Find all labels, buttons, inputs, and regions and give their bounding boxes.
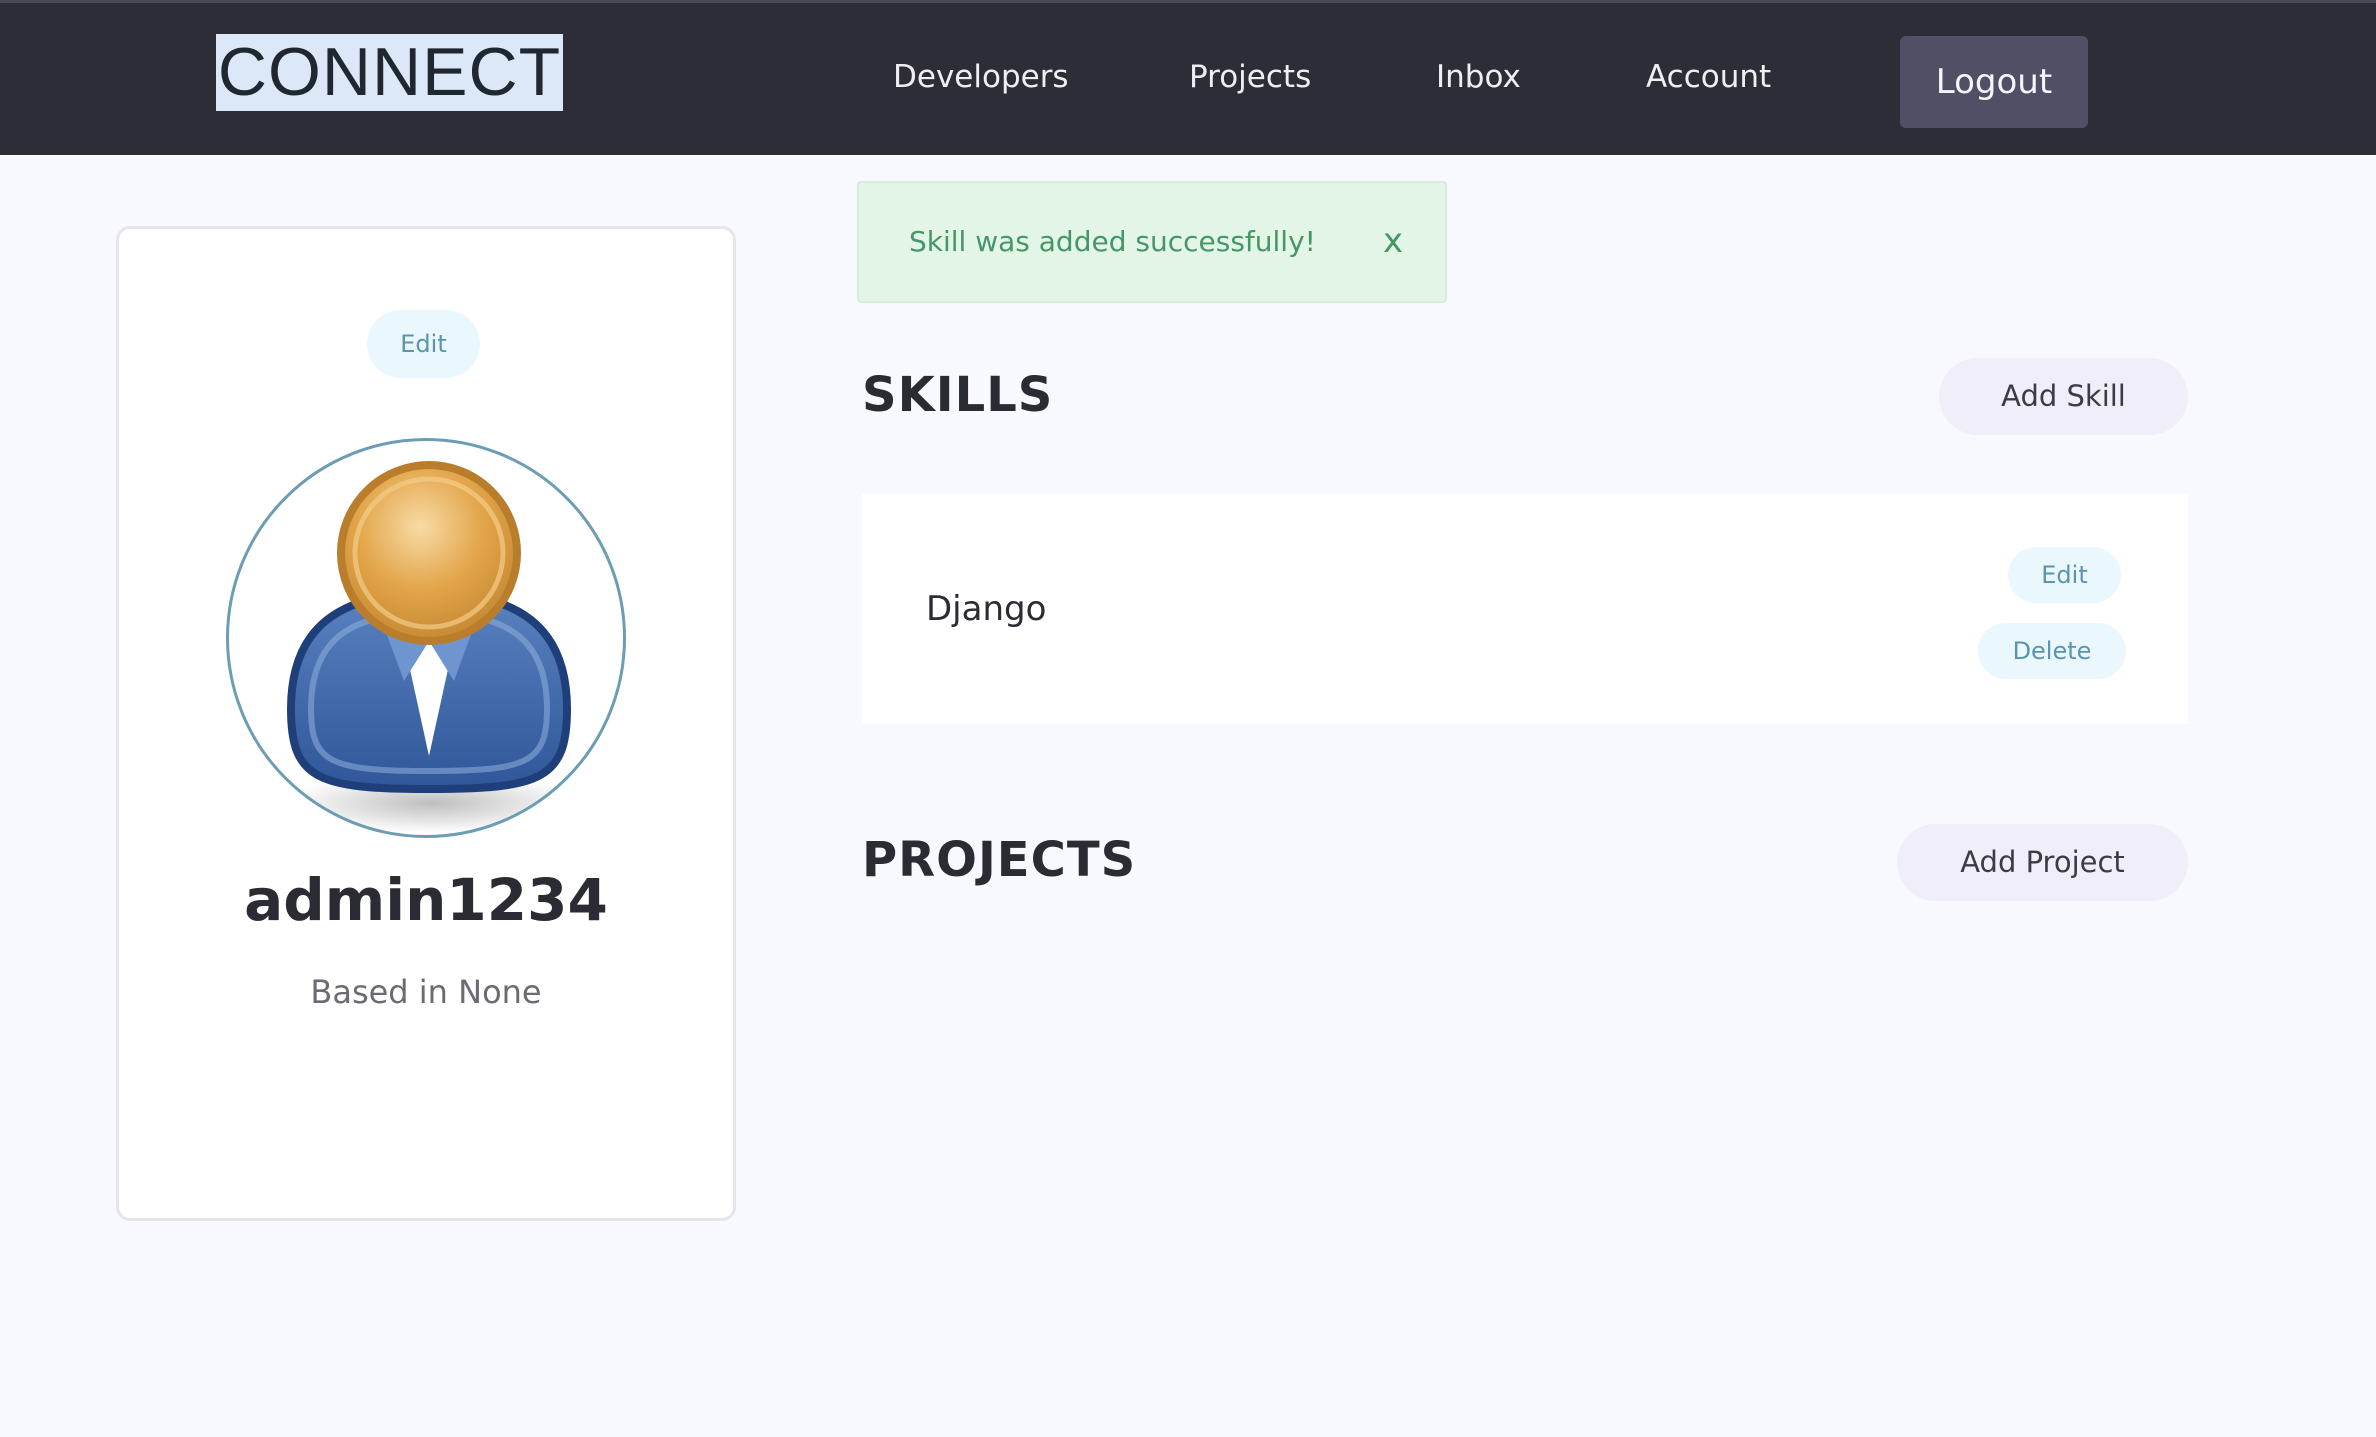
delete-skill-button[interactable]: Delete bbox=[1978, 623, 2126, 679]
logo[interactable]: CONNECT bbox=[216, 34, 563, 111]
nav-link-developers[interactable]: Developers bbox=[893, 59, 1069, 95]
skill-name: Django bbox=[926, 589, 1047, 629]
location-text: Based in None bbox=[310, 973, 542, 1011]
nav-link-projects[interactable]: Projects bbox=[1189, 59, 1311, 95]
add-skill-button[interactable]: Add Skill bbox=[1939, 358, 2188, 435]
close-icon[interactable]: x bbox=[1375, 221, 1411, 261]
edit-profile-button[interactable]: Edit bbox=[367, 310, 480, 378]
alert-message: Skill was added successfully! bbox=[909, 225, 1316, 258]
add-project-button[interactable]: Add Project bbox=[1897, 824, 2188, 901]
logout-button[interactable]: Logout bbox=[1900, 36, 2088, 128]
list-item: Django Edit Delete bbox=[862, 494, 2188, 724]
success-alert: Skill was added successfully! x bbox=[857, 181, 1447, 303]
user-avatar-icon bbox=[282, 461, 582, 833]
avatar bbox=[226, 438, 626, 838]
nav-link-inbox[interactable]: Inbox bbox=[1436, 59, 1521, 95]
nav-link-account[interactable]: Account bbox=[1646, 59, 1771, 95]
edit-skill-button[interactable]: Edit bbox=[2008, 547, 2121, 603]
top-navbar: CONNECT Developers Projects Inbox Accoun… bbox=[0, 0, 2376, 155]
skills-title: SKILLS bbox=[862, 367, 1054, 423]
projects-title: PROJECTS bbox=[862, 832, 1137, 888]
username: admin1234 bbox=[244, 866, 608, 934]
